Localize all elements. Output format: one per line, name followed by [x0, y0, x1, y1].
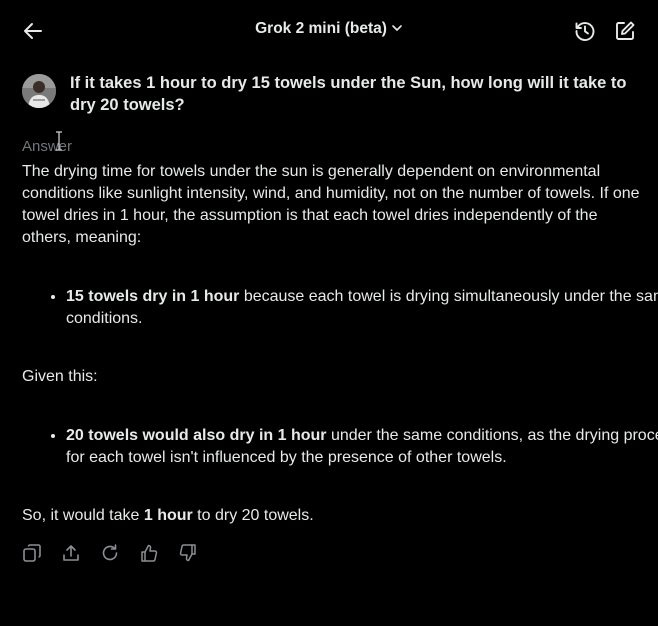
dislike-button[interactable] [178, 543, 198, 563]
conclusion-bold-text: 1 hour [143, 507, 193, 524]
avatar [22, 74, 56, 108]
bullet-list-1: 15 towels dry in 1 hour because each tow… [22, 286, 658, 330]
header-bar: Grok 2 mini (beta) [0, 0, 658, 62]
chevron-down-icon [391, 22, 403, 34]
model-name: Grok 2 mini (beta) [255, 20, 387, 37]
conclusion-text: So, it would take [22, 507, 144, 524]
bullet-list-2: 20 towels would also dry in 1 hour under… [22, 425, 658, 469]
bullet-bold-text: 15 towels dry in 1 hour [66, 288, 240, 305]
text-cursor-icon [54, 131, 64, 151]
thumbs-down-icon [178, 543, 198, 563]
thumbs-up-icon [139, 543, 159, 563]
regenerate-button[interactable] [100, 543, 120, 563]
like-button[interactable] [139, 543, 159, 563]
model-selector[interactable]: Grok 2 mini (beta) [0, 20, 658, 42]
regenerate-icon [100, 543, 120, 563]
share-icon [61, 543, 81, 563]
bullet-bold-text: 20 towels would also dry in 1 hour [66, 427, 327, 444]
question-text: If it takes 1 hour to dry 15 towels unde… [70, 74, 627, 114]
compose-icon [613, 19, 637, 43]
answer-conclusion: So, it would take 1 hour to dry 20 towel… [22, 505, 650, 527]
new-chat-button[interactable] [613, 19, 637, 43]
list-item: 20 towels would also dry in 1 hour under… [66, 425, 658, 469]
share-button[interactable] [61, 543, 81, 563]
list-item: 15 towels dry in 1 hour because each tow… [66, 286, 658, 330]
copy-button[interactable] [22, 543, 42, 563]
history-button[interactable] [573, 19, 597, 43]
answer-label: Answer [22, 138, 73, 155]
conclusion-text-end: to dry 20 towels. [192, 507, 314, 524]
answer-paragraph-1: The drying time for towels under the sun… [22, 163, 640, 246]
copy-icon [22, 543, 42, 563]
history-icon [573, 19, 597, 43]
answer-paragraph-2: Given this: [22, 368, 98, 385]
